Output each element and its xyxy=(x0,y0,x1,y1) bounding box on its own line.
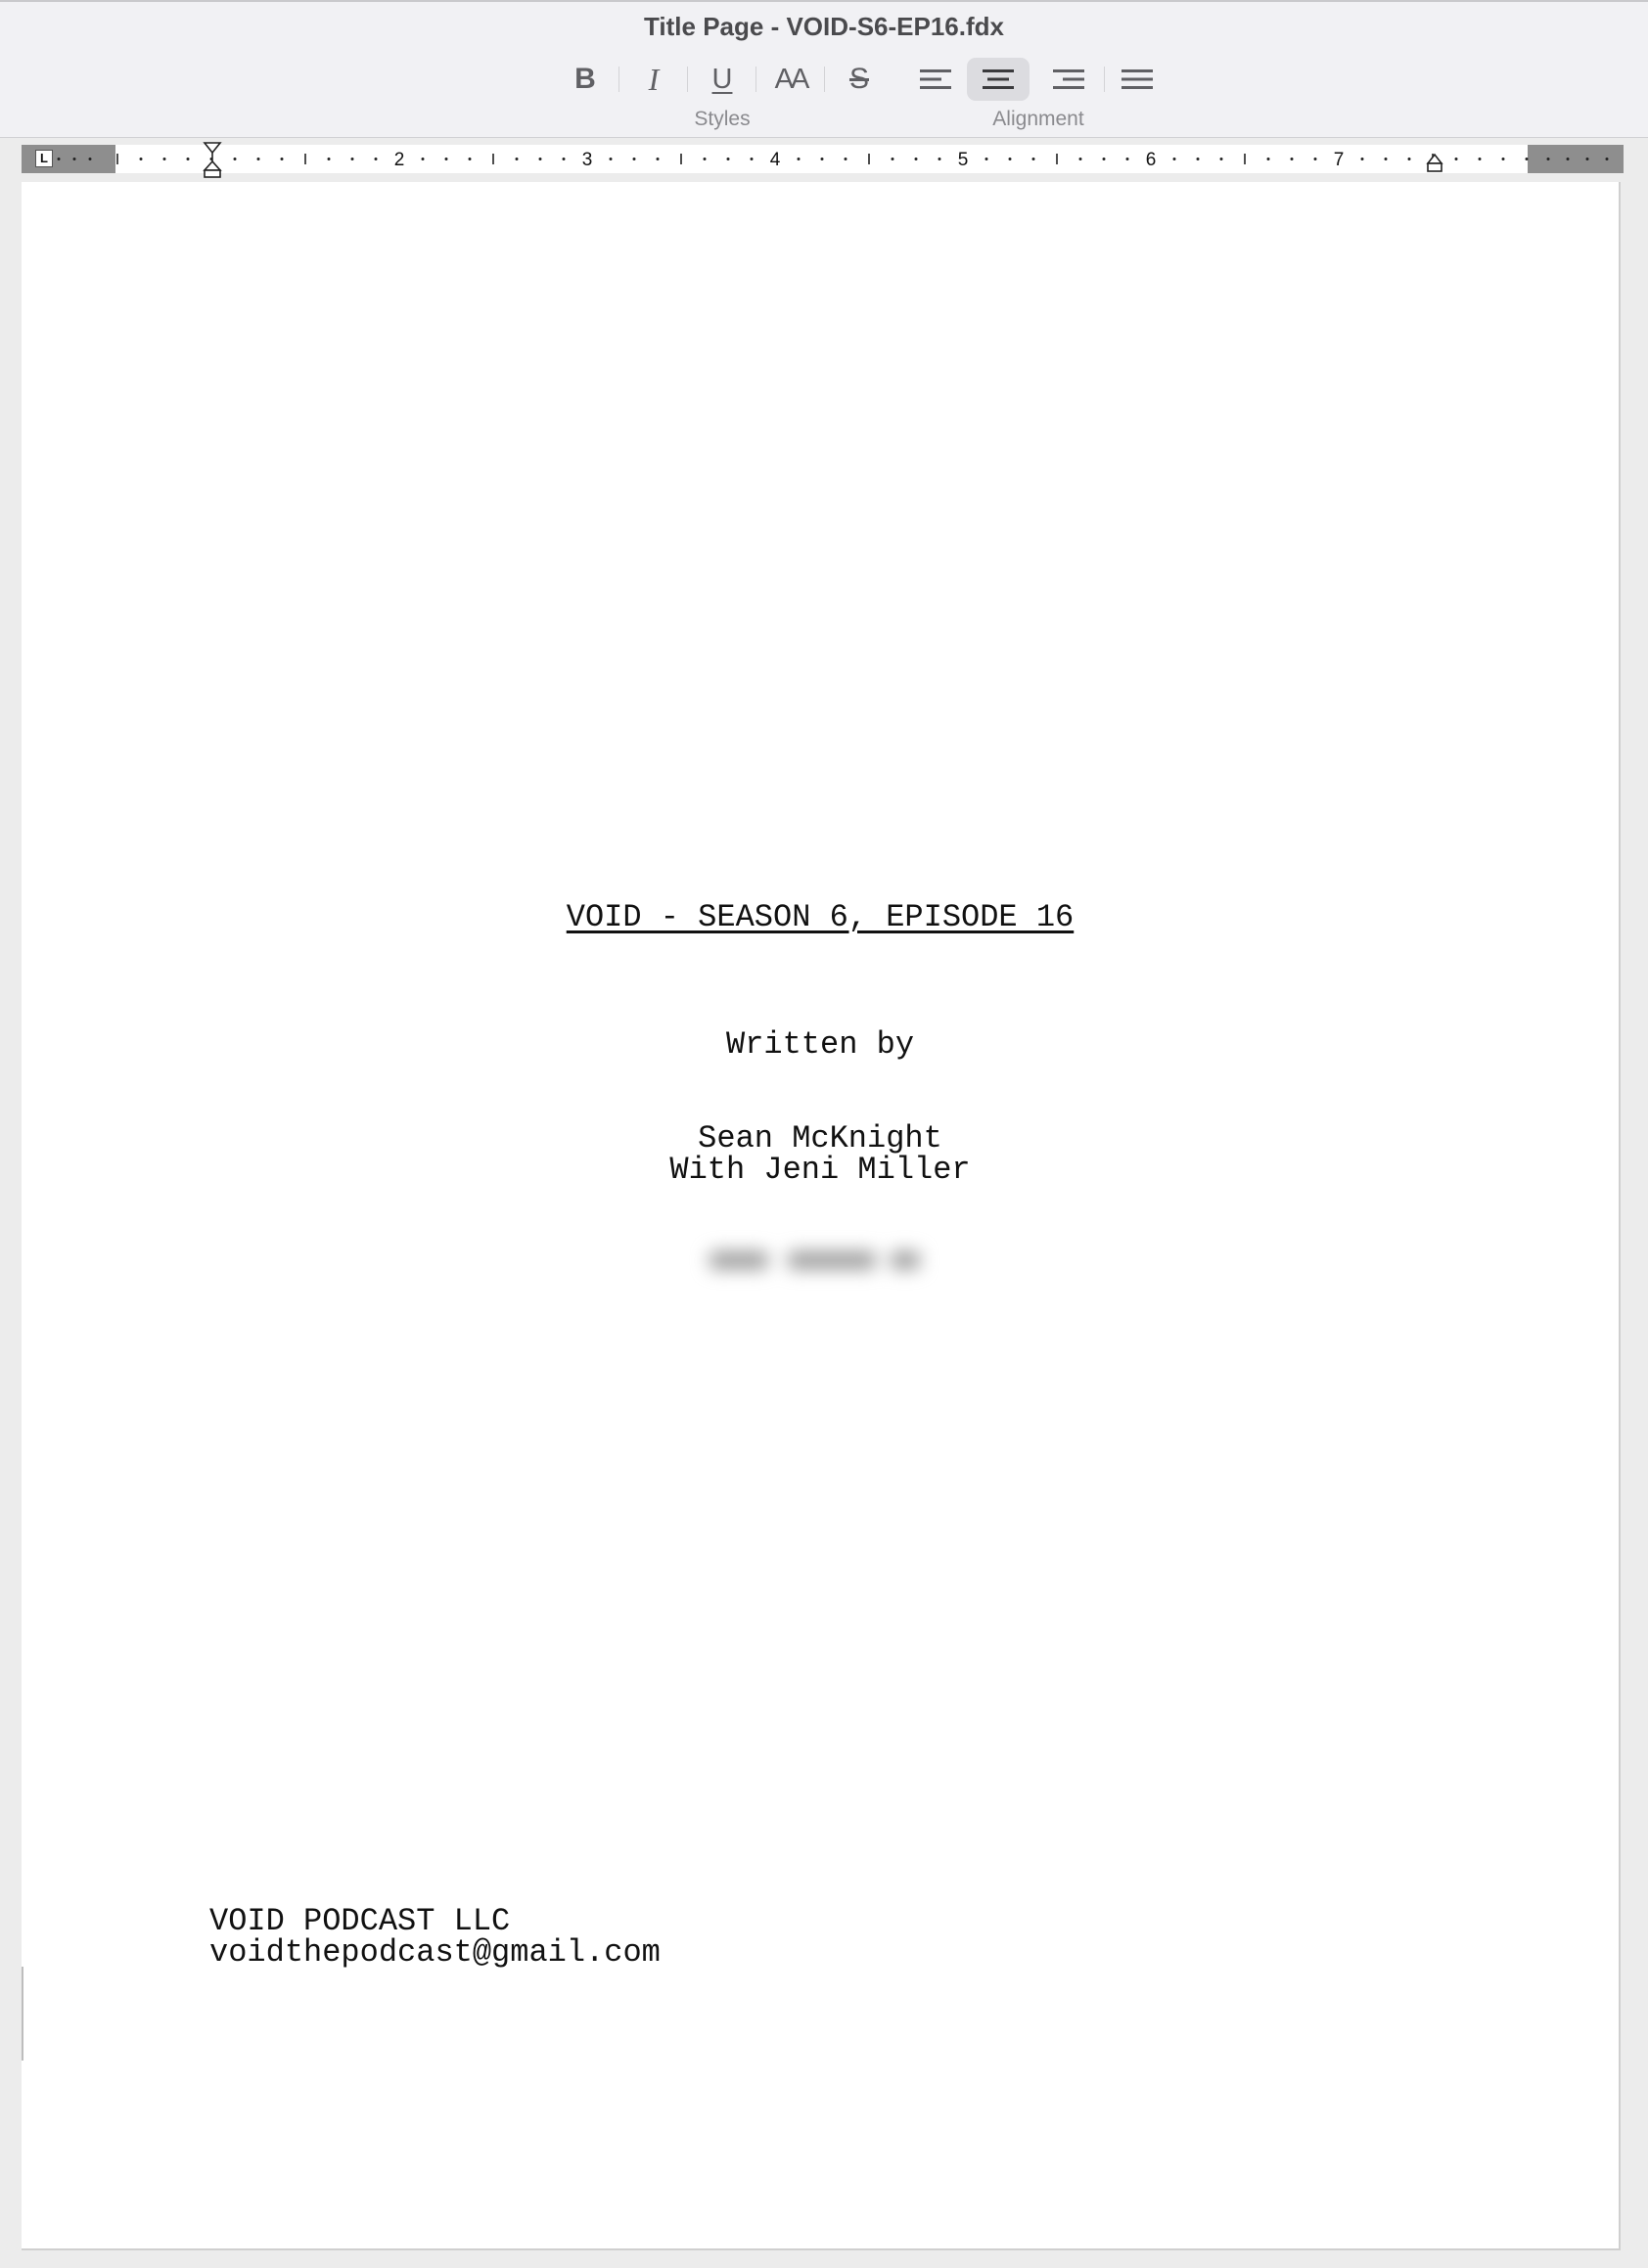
ruler-minor-tick xyxy=(186,158,190,160)
bold-icon: B xyxy=(574,63,596,95)
credit-line[interactable]: Written by xyxy=(22,1029,1619,1061)
ruler-minor-tick xyxy=(1501,158,1505,160)
ruler-minor-tick xyxy=(820,158,824,160)
ruler-minor-tick xyxy=(1360,158,1364,160)
bold-button[interactable]: B xyxy=(554,58,617,101)
ruler-minor-tick xyxy=(1266,158,1270,160)
ruler-number: 5 xyxy=(958,150,969,170)
script-title[interactable]: VOID - SEASON 6, EPISODE 16 xyxy=(22,902,1619,933)
ruler-minor-tick xyxy=(1454,158,1458,160)
margin-cursor-marker xyxy=(22,1967,23,2061)
ruler-margin-tick xyxy=(1605,158,1609,160)
ruler-number: 3 xyxy=(582,150,593,170)
ruler-minor-tick xyxy=(632,158,636,160)
align-justify-icon xyxy=(1122,69,1153,89)
align-right-button[interactable] xyxy=(1037,58,1100,101)
ruler-minor-tick xyxy=(844,158,847,160)
ruler-number: 4 xyxy=(770,150,781,170)
ruler-minor-tick xyxy=(750,158,754,160)
ruler-minor-tick xyxy=(139,158,143,160)
all-caps-icon: AA xyxy=(774,63,810,95)
ruler-minor-tick xyxy=(1196,158,1200,160)
right-indent-marker-icon[interactable] xyxy=(1425,153,1444,174)
ruler-margin-tick xyxy=(57,158,61,160)
toolbar-divider xyxy=(755,67,756,92)
ruler-minor-tick xyxy=(327,158,331,160)
ruler-minor-tick xyxy=(1290,158,1294,160)
left-indent-marker-icon[interactable] xyxy=(202,141,225,180)
ruler-minor-tick xyxy=(1008,158,1012,160)
italic-icon: I xyxy=(648,61,660,97)
ruler-minor-tick xyxy=(703,158,707,160)
ruler-minor-tick xyxy=(350,158,354,160)
window-title: Title Page - VOID-S6-EP16.fdx xyxy=(644,12,1004,41)
ruler-margin-tick xyxy=(1546,158,1550,160)
toolbar-divider xyxy=(824,67,825,92)
align-justify-button[interactable] xyxy=(1106,58,1168,101)
ruler-minor-tick xyxy=(1525,158,1529,160)
ruler-minor-tick xyxy=(656,158,660,160)
ruler[interactable]: L 234567 xyxy=(22,142,1624,178)
ruler-minor-tick xyxy=(1102,158,1106,160)
ruler-minor-tick xyxy=(256,158,260,160)
strikethrough-icon: S xyxy=(848,63,869,95)
align-center-icon xyxy=(983,69,1014,89)
strikethrough-button[interactable]: S xyxy=(828,58,891,101)
ruler-minor-tick xyxy=(444,158,448,160)
ruler-margin-tick xyxy=(1585,158,1589,160)
ruler-minor-tick xyxy=(1407,158,1411,160)
toolbar-divider xyxy=(618,67,619,92)
ruler-minor-tick xyxy=(726,158,730,160)
ruler-margin-tick xyxy=(72,158,76,160)
ruler-minor-tick xyxy=(797,158,801,160)
italic-button[interactable]: I xyxy=(622,58,685,101)
styles-group-label: Styles xyxy=(694,108,751,130)
ruler-minor-tick xyxy=(914,158,918,160)
ruler-minor-tick xyxy=(1078,158,1082,160)
contact-line-2[interactable]: voidthepodcast@gmail.com xyxy=(209,1937,661,1969)
ruler-minor-tick xyxy=(1313,158,1317,160)
ruler-minor-tick xyxy=(421,158,425,160)
ruler-minor-tick xyxy=(938,158,941,160)
toolbar: Title Page - VOID-S6-EP16.fdx B I U AA S xyxy=(0,0,1648,138)
ruler-minor-tick xyxy=(374,158,378,160)
ruler-minor-tick xyxy=(538,158,542,160)
ruler-minor-tick xyxy=(1031,158,1035,160)
author-line-1[interactable]: Sean McKnight xyxy=(22,1123,1619,1155)
ruler-minor-tick xyxy=(1219,158,1223,160)
align-left-icon xyxy=(920,69,951,89)
ruler-minor-tick xyxy=(1478,158,1482,160)
underline-button[interactable]: U xyxy=(691,58,754,101)
ruler-minor-tick xyxy=(984,158,988,160)
toolbar-divider xyxy=(687,67,688,92)
align-center-button[interactable] xyxy=(967,58,1030,101)
ruler-minor-tick xyxy=(1384,158,1388,160)
ruler-minor-tick xyxy=(1172,158,1176,160)
ruler-minor-tick xyxy=(1125,158,1129,160)
ruler-number: 6 xyxy=(1146,150,1157,170)
ruler-minor-tick xyxy=(233,158,237,160)
ruler-margin-tick xyxy=(1566,158,1570,160)
ruler-minor-tick xyxy=(562,158,566,160)
author-line-2[interactable]: With Jeni Miller xyxy=(22,1155,1619,1186)
ruler-minor-tick xyxy=(515,158,519,160)
ruler-minor-tick xyxy=(891,158,894,160)
ruler-minor-tick xyxy=(162,158,166,160)
ruler-margin-tick xyxy=(88,158,92,160)
underline-icon: U xyxy=(711,63,733,95)
align-left-button[interactable] xyxy=(904,58,967,101)
alignment-group-label: Alignment xyxy=(992,108,1084,130)
ruler-minor-tick xyxy=(609,158,613,160)
all-caps-button[interactable]: AA xyxy=(759,58,822,101)
ruler-minor-tick xyxy=(468,158,472,160)
toolbar-divider xyxy=(1104,67,1105,92)
ruler-number: 7 xyxy=(1334,150,1345,170)
redacted-text xyxy=(680,1235,935,1286)
ruler-scale: 2 3 4 5 6 7 xyxy=(57,150,1609,170)
align-right-icon xyxy=(1053,69,1084,89)
contact-line-1[interactable]: VOID PODCAST LLC xyxy=(209,1906,510,1937)
ruler-minor-tick xyxy=(280,158,284,160)
title-page[interactable]: VOID - SEASON 6, EPISODE 16 Written by S… xyxy=(22,182,1621,2250)
ruler-number: 2 xyxy=(394,150,405,170)
